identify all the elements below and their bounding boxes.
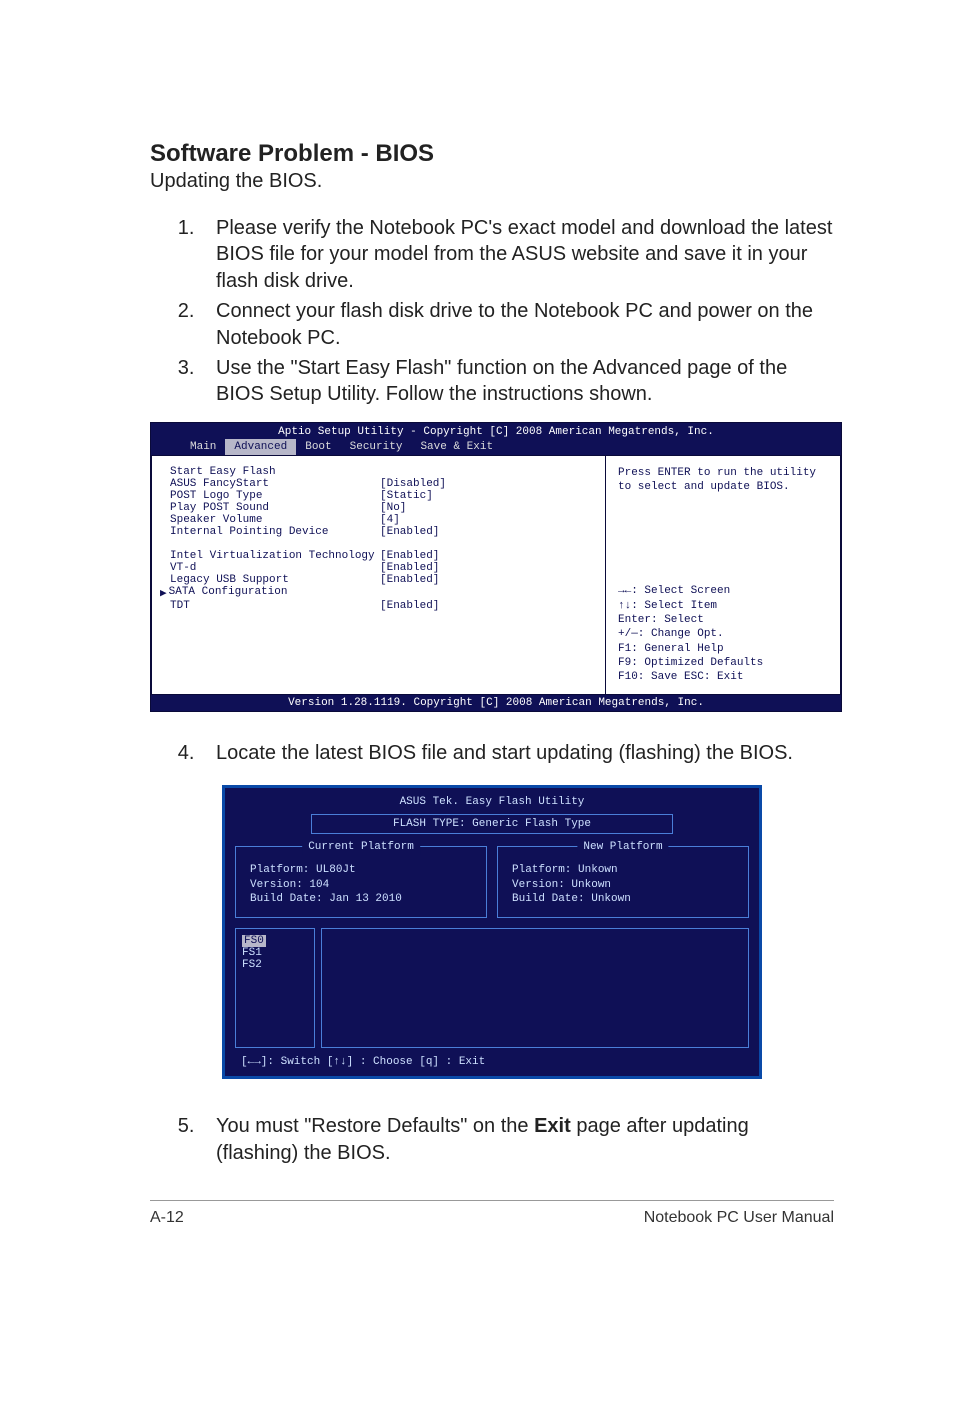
page-number: A-12 (150, 1209, 184, 1227)
exit-bold: Exit (534, 1115, 571, 1137)
menu-save-exit: Save & Exit (411, 439, 502, 455)
opt-vtd: VT-d (170, 562, 380, 574)
nav-hint-f10: F10: Save ESC: Exit (618, 670, 830, 684)
new-platform-box: New Platform Platform: Unkown Version: U… (497, 846, 749, 919)
fs-content (321, 928, 749, 1048)
opt-vt: Intel Virtualization Technology (170, 550, 380, 562)
opt-start-easy-flash: Start Easy Flash (170, 466, 380, 478)
menu-security: Security (341, 439, 412, 455)
current-platform-legend: Current Platform (302, 840, 420, 855)
bios-menu: Main Advanced Boot Security Save & Exit (151, 439, 841, 455)
opt-legacy-usb: Legacy USB Support (170, 574, 380, 586)
fs2: FS2 (242, 959, 308, 971)
nav-hint-f1: F1: General Help (618, 642, 830, 656)
menu-main: Main (181, 439, 225, 455)
fs1: FS1 (242, 947, 308, 959)
page-footer: A-12 Notebook PC User Manual (150, 1200, 834, 1227)
bios-version: Version 1.28.1119. Copyright [C] 2008 Am… (151, 695, 841, 711)
page-title: Software Problem - BIOS (150, 140, 834, 168)
opt-sata: SATA Configuration (169, 586, 369, 600)
opt-tdt: TDT (170, 600, 380, 612)
step-1: Please verify the Notebook PC's exact mo… (200, 215, 834, 294)
doc-title-footer: Notebook PC User Manual (644, 1209, 834, 1227)
bios-settings-panel: Start Easy Flash ASUS FancyStart[Disable… (152, 456, 605, 695)
current-platform-name: Platform: UL80Jt (250, 863, 476, 878)
triangle-icon: ▶ (160, 586, 167, 600)
nav-hint-f9: F9: Optimized Defaults (618, 656, 830, 670)
easy-flash-key-hints: [←→]: Switch [↑↓] : Choose [q] : Exit (235, 1048, 749, 1070)
step-3: Use the "Start Easy Flash" function on t… (200, 355, 834, 408)
opt-fancystart: ASUS FancyStart (170, 478, 380, 490)
bios-help-panel: Press ENTER to run the utility to select… (605, 456, 840, 695)
opt-post-sound: Play POST Sound (170, 502, 380, 514)
nav-hint-enter: Enter: Select (618, 613, 830, 627)
opt-speaker-volume: Speaker Volume (170, 514, 380, 526)
nav-hint-change: +/—: Change Opt. (618, 627, 830, 641)
help-line-1: Press ENTER to run the utility (618, 466, 830, 480)
page-subtitle: Updating the BIOS. (150, 170, 834, 193)
step-2: Connect your flash disk drive to the Not… (200, 298, 834, 351)
current-platform-version: Version: 104 (250, 878, 476, 893)
step-5: You must "Restore Defaults" on the Exit … (200, 1113, 834, 1166)
new-platform-name: Platform: Unkown (512, 863, 738, 878)
new-platform-legend: New Platform (577, 840, 668, 855)
fs-list: FS0 FS1 FS2 (235, 928, 315, 1048)
current-platform-build: Build Date: Jan 13 2010 (250, 892, 476, 907)
menu-advanced: Advanced (225, 439, 296, 455)
bios-setup-screenshot: Aptio Setup Utility - Copyright [C] 2008… (150, 422, 842, 713)
help-line-2: to select and update BIOS. (618, 480, 830, 494)
new-platform-version: Version: Unkown (512, 878, 738, 893)
nav-hint-screen: →←: Select Screen (618, 584, 830, 598)
step-4: Locate the latest BIOS file and start up… (200, 740, 834, 766)
fs0: FS0 (242, 935, 266, 947)
opt-pointing-device: Internal Pointing Device (170, 526, 380, 538)
nav-hint-item: ↑↓: Select Item (618, 599, 830, 613)
opt-post-logo: POST Logo Type (170, 490, 380, 502)
easy-flash-title: ASUS Tek. Easy Flash Utility (235, 792, 749, 816)
new-platform-build: Build Date: Unkown (512, 892, 738, 907)
bios-title: Aptio Setup Utility - Copyright [C] 2008… (151, 423, 841, 439)
current-platform-box: Current Platform Platform: UL80Jt Versio… (235, 846, 487, 919)
easy-flash-screenshot: ASUS Tek. Easy Flash Utility FLASH TYPE:… (222, 785, 762, 1080)
menu-boot: Boot (296, 439, 340, 455)
flash-type-box: FLASH TYPE: Generic Flash Type (311, 814, 673, 834)
